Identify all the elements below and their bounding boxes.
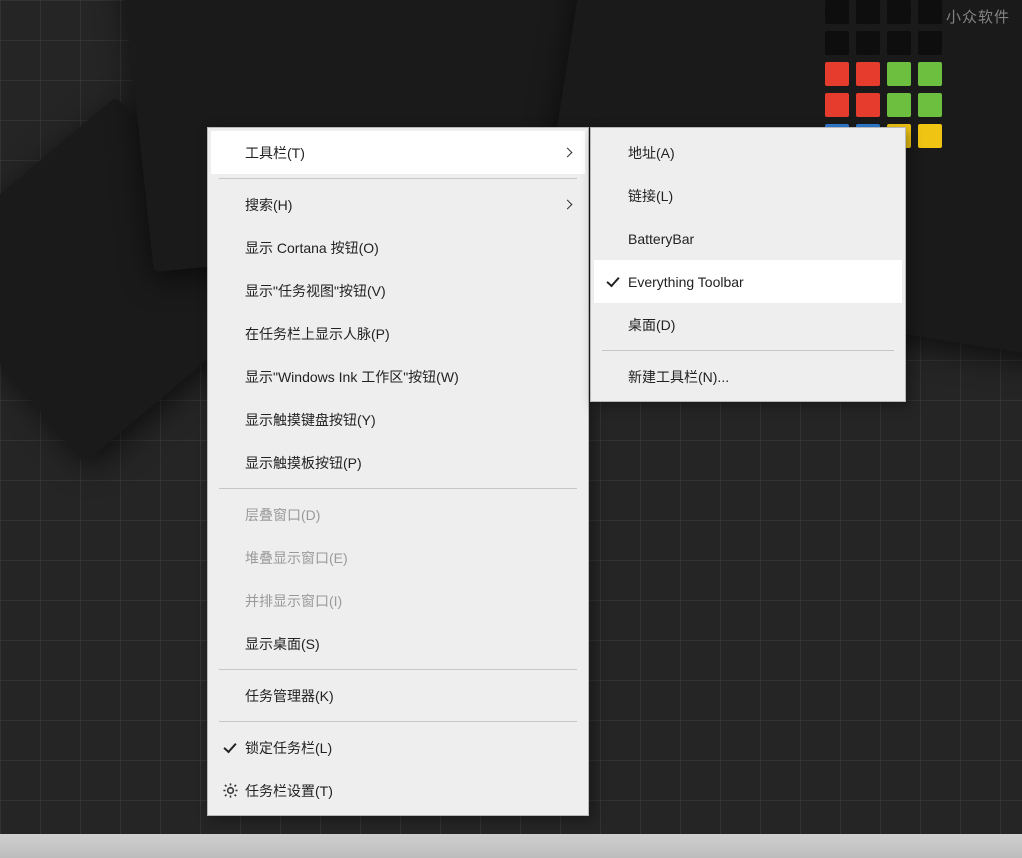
menu-label: 工具栏(T) [243,143,559,163]
menu-separator [602,350,894,351]
menu-item-stacked[interactable]: 堆叠显示窗口(E) [211,536,585,579]
check-icon [217,743,243,753]
menu-label: 显示"任务视图"按钮(V) [243,281,575,301]
menu-separator [219,669,577,670]
watermark-text: 小众软件 [946,6,1010,27]
toolbars-submenu: 地址(A) 链接(L) BatteryBar Everything Toolba… [590,127,906,402]
submenu-item-everything-toolbar[interactable]: Everything Toolbar [594,260,902,303]
taskbar[interactable] [0,834,1022,858]
check-icon [600,277,626,287]
menu-item-sidebyside[interactable]: 并排显示窗口(I) [211,579,585,622]
menu-label: 任务栏设置(T) [243,781,575,801]
menu-label: 并排显示窗口(I) [243,591,575,611]
menu-item-search[interactable]: 搜索(H) [211,183,585,226]
chevron-right-icon [559,149,575,156]
menu-label: 显示桌面(S) [243,634,575,654]
taskbar-context-menu: 工具栏(T) 搜索(H) 显示 Cortana 按钮(O) 显示"任务视图"按钮… [207,127,589,816]
menu-item-task-manager[interactable]: 任务管理器(K) [211,674,585,717]
menu-label: 任务管理器(K) [243,686,575,706]
menu-label: 锁定任务栏(L) [243,738,575,758]
menu-label: Everything Toolbar [626,274,892,290]
submenu-item-new-toolbar[interactable]: 新建工具栏(N)... [594,355,902,398]
menu-item-taskbar-settings[interactable]: 任务栏设置(T) [211,769,585,812]
menu-label: 链接(L) [626,186,892,206]
submenu-item-links[interactable]: 链接(L) [594,174,902,217]
menu-item-show-touch-keyboard[interactable]: 显示触摸键盘按钮(Y) [211,398,585,441]
menu-label: 层叠窗口(D) [243,505,575,525]
menu-item-show-ink[interactable]: 显示"Windows Ink 工作区"按钮(W) [211,355,585,398]
menu-separator [219,488,577,489]
menu-item-lock-taskbar[interactable]: 锁定任务栏(L) [211,726,585,769]
menu-label: 搜索(H) [243,195,559,215]
menu-item-show-cortana[interactable]: 显示 Cortana 按钮(O) [211,226,585,269]
menu-separator [219,178,577,179]
menu-label: 地址(A) [626,143,892,163]
menu-label: BatteryBar [626,231,892,247]
menu-separator [219,721,577,722]
menu-label: 新建工具栏(N)... [626,367,892,387]
menu-item-show-touchpad[interactable]: 显示触摸板按钮(P) [211,441,585,484]
menu-label: 桌面(D) [626,315,892,335]
submenu-item-address[interactable]: 地址(A) [594,131,902,174]
menu-label: 显示"Windows Ink 工作区"按钮(W) [243,367,575,387]
chevron-right-icon [559,201,575,208]
menu-label: 显示 Cortana 按钮(O) [243,238,575,258]
menu-label: 堆叠显示窗口(E) [243,548,575,568]
menu-label: 在任务栏上显示人脉(P) [243,324,575,344]
windows-pixel-logo-icon [825,0,942,148]
menu-item-toolbars[interactable]: 工具栏(T) [211,131,585,174]
menu-item-show-desktop[interactable]: 显示桌面(S) [211,622,585,665]
menu-label: 显示触摸板按钮(P) [243,453,575,473]
menu-item-show-task-view[interactable]: 显示"任务视图"按钮(V) [211,269,585,312]
submenu-item-desktop[interactable]: 桌面(D) [594,303,902,346]
menu-item-show-people[interactable]: 在任务栏上显示人脉(P) [211,312,585,355]
menu-item-cascade[interactable]: 层叠窗口(D) [211,493,585,536]
submenu-item-batterybar[interactable]: BatteryBar [594,217,902,260]
gear-icon [217,782,243,799]
menu-label: 显示触摸键盘按钮(Y) [243,410,575,430]
